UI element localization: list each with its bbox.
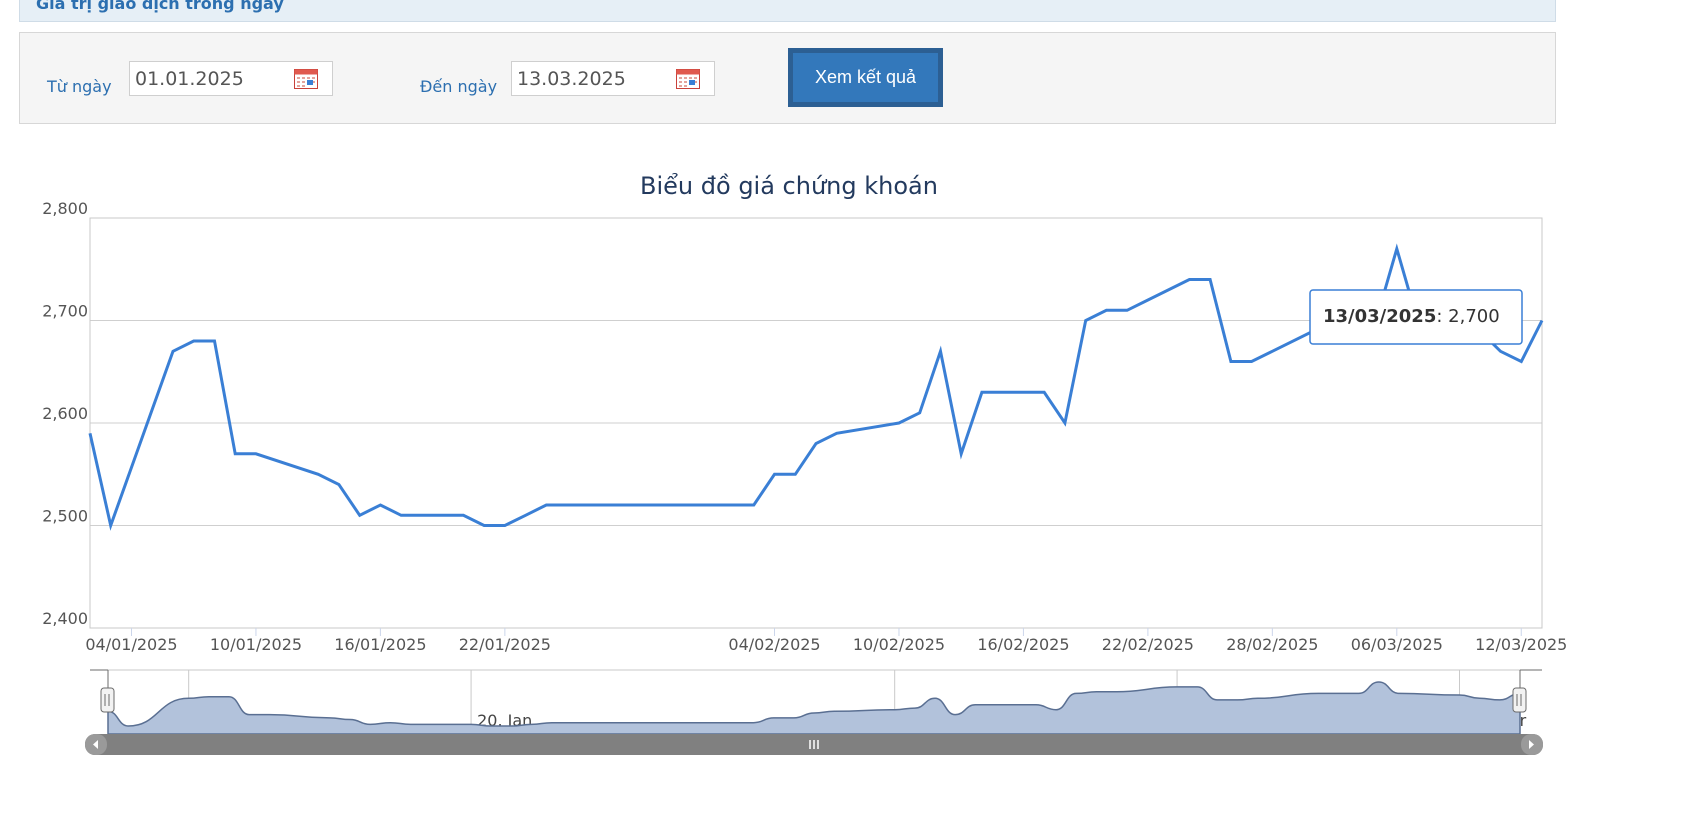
tooltip-sep: : <box>1436 306 1448 327</box>
tooltip-text: 13/03/2025: 2,700 <box>1323 306 1500 327</box>
x-tick-label: 16/02/2025 <box>977 635 1069 654</box>
chart-title: Biểu đồ giá chứng khoán <box>640 172 938 200</box>
y-tick-label: 2,800 <box>42 199 88 218</box>
x-tick-label: 10/01/2025 <box>210 635 302 654</box>
x-tick-label: 28/02/2025 <box>1226 635 1318 654</box>
navigator-area <box>107 681 1521 735</box>
y-tick-label: 2,400 <box>42 609 88 628</box>
x-tick-label: 10/02/2025 <box>853 635 945 654</box>
stock-price-chart: Biểu đồ giá chứng khoán 2,4002,5002,6002… <box>42 172 1567 755</box>
x-tick-label: 22/02/2025 <box>1102 635 1194 654</box>
x-tick-label: 12/03/2025 <box>1475 635 1567 654</box>
y-tick-label: 2,600 <box>42 404 88 423</box>
range-navigator[interactable]: 6. Jan20. Jan10. Feb24. Feb10. Mar <box>90 669 1542 735</box>
tooltip-date: 13/03/2025 <box>1323 306 1436 327</box>
y-tick-label: 2,500 <box>42 507 88 526</box>
y-axis: 2,400 2,500 2,600 2,700 2,800 <box>42 199 88 628</box>
navigator-left-handle[interactable] <box>100 687 115 713</box>
y-tick-label: 2,700 <box>42 302 88 321</box>
navigator-scrollbar[interactable] <box>85 734 1543 755</box>
navigator-right-handle[interactable] <box>1512 687 1527 713</box>
x-tick-label: 06/03/2025 <box>1351 635 1443 654</box>
x-tick-label: 16/01/2025 <box>334 635 426 654</box>
price-tooltip: 13/03/2025: 2,700 <box>1309 289 1523 345</box>
x-tick-label: 04/01/2025 <box>85 635 177 654</box>
x-axis: 04/01/2025 10/01/2025 16/01/2025 22/01/2025… <box>85 628 1567 654</box>
tooltip-value: 2,700 <box>1448 306 1500 327</box>
y-grid <box>90 217 1542 629</box>
x-tick-label: 22/01/2025 <box>459 635 551 654</box>
x-tick-label: 04/02/2025 <box>728 635 820 654</box>
